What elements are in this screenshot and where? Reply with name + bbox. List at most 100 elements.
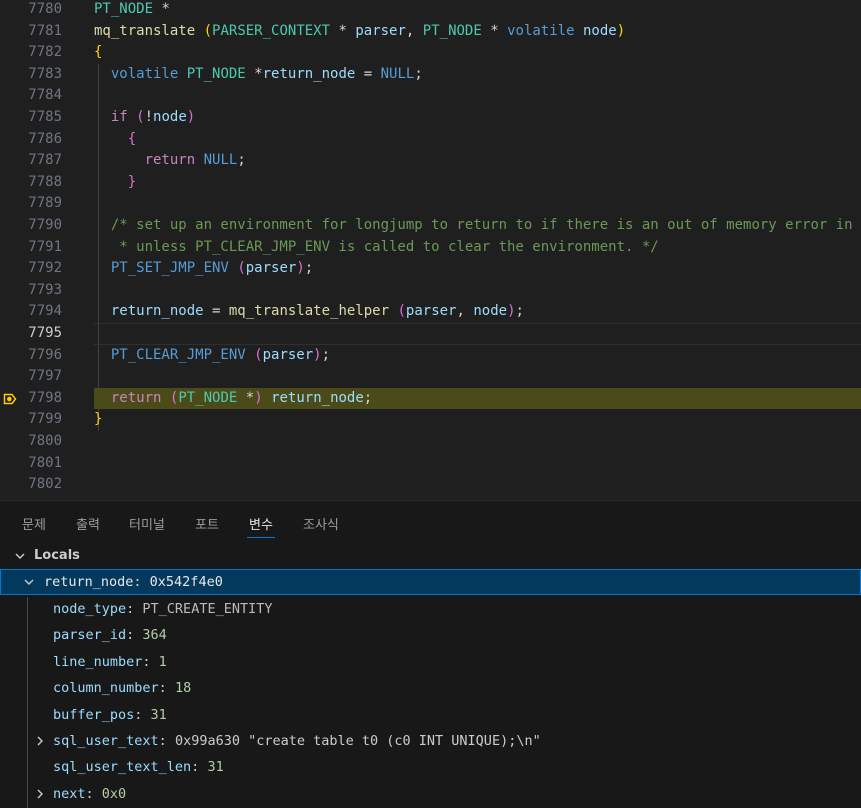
tab-1[interactable]: 출력 xyxy=(76,514,100,533)
code-line[interactable]: 7801 xyxy=(0,453,861,475)
code-line[interactable]: 7797 xyxy=(0,366,861,388)
variable-row-sql-user-text-len[interactable]: sql_user_text_len: 31 xyxy=(0,754,861,780)
code-token: PT_NODE xyxy=(94,1,154,17)
code-token: mq_translate_helper xyxy=(228,303,390,320)
variable-value: 364 xyxy=(142,627,167,644)
variable-text: sql_user_text: 0x99a630 "create table t0… xyxy=(53,728,541,754)
code-line[interactable]: 7802 xyxy=(0,474,861,496)
variable-value: 1 xyxy=(158,653,167,670)
code-token: ; xyxy=(237,152,246,169)
code-token: /* set up an environment for longjump to… xyxy=(110,217,853,233)
code-token: ; xyxy=(304,260,314,277)
chevron-right-icon[interactable] xyxy=(34,735,46,747)
code-line[interactable]: 7780 PT_NODE * xyxy=(0,0,861,21)
code-line[interactable]: 7790 /* set up an environment for longju… xyxy=(0,215,861,237)
code-line[interactable]: 7800 xyxy=(0,431,861,453)
code-line[interactable]: 7794 return_node = mq_translate_helper (… xyxy=(0,301,861,323)
variable-separator: : xyxy=(85,785,102,802)
chevron-right-icon[interactable] xyxy=(34,788,46,800)
line-number: 7792 xyxy=(28,260,62,277)
tab-2[interactable]: 터미널 xyxy=(129,514,165,533)
code-line[interactable]: 7789 xyxy=(0,193,861,215)
variable-name: column_number xyxy=(53,680,159,697)
variable-value: 0x99a630 xyxy=(174,733,240,749)
locals-section-header[interactable]: Locals xyxy=(0,544,861,568)
code-token: volatile xyxy=(507,22,575,39)
locals-section-title: Locals xyxy=(34,548,80,563)
variable-row-column-number[interactable]: column_number: 18 xyxy=(0,675,861,701)
variable-row-return-node[interactable]: return_node: 0x542f4e0 xyxy=(0,569,861,596)
variable-separator: : xyxy=(126,627,143,644)
code-token: ) xyxy=(507,303,516,320)
variable-text: next: 0x0 xyxy=(53,781,126,807)
code-line[interactable]: 7783 volatile PT_NODE *return_node = NUL… xyxy=(0,64,861,86)
variable-text: buffer_pos: 31 xyxy=(53,702,167,728)
line-number: 7789 xyxy=(28,195,62,212)
code-line[interactable]: 7791 * unless PT_CLEAR_JMP_ENV is called… xyxy=(0,237,861,259)
code-token: ( xyxy=(254,346,263,363)
tab-0[interactable]: 문제 xyxy=(22,514,46,533)
code-text: return_node = mq_translate_helper (parse… xyxy=(94,301,524,323)
code-token: PT_SET_JMP_ENV xyxy=(110,260,229,277)
variable-value: 18 xyxy=(174,680,192,697)
debug-stackframe-icon[interactable] xyxy=(2,391,18,407)
code-token: PARSER_CONTEXT xyxy=(212,22,331,39)
tab-3[interactable]: 포트 xyxy=(195,514,219,533)
variable-name: line_number xyxy=(53,653,143,670)
variable-row-sql-user-text[interactable]: sql_user_text: 0x99a630 "create table t0… xyxy=(0,728,861,754)
variable-separator: : xyxy=(158,733,175,749)
code-token: ( xyxy=(203,22,213,39)
code-token: PT_NODE xyxy=(178,389,238,406)
code-line[interactable]: 7795 xyxy=(0,323,861,345)
variable-row-buffer-pos[interactable]: buffer_pos: 31 xyxy=(0,702,861,728)
variable-name: node_type xyxy=(53,601,127,617)
code-token: ( xyxy=(397,303,406,320)
code-line[interactable]: 7785 if (!node) xyxy=(0,107,861,129)
variable-text: sql_user_text_len: 31 xyxy=(53,754,224,780)
variable-separator: : xyxy=(158,680,175,697)
tab-5[interactable]: 조사식 xyxy=(303,514,339,533)
variable-text: node_type: PT_CREATE_ENTITY xyxy=(53,596,272,622)
code-token: * xyxy=(481,22,508,39)
variable-row-parser-id[interactable]: parser_id: 364 xyxy=(0,622,861,648)
line-number: 7799 xyxy=(28,411,62,428)
variable-text: line_number: 1 xyxy=(53,649,167,675)
code-line[interactable]: 7784 xyxy=(0,85,861,107)
code-token: PT_NODE xyxy=(186,65,246,82)
variable-row-next[interactable]: next: 0x0 xyxy=(0,781,861,807)
variable-separator: : xyxy=(126,601,143,617)
variable-text: return_node: 0x542f4e0 xyxy=(44,569,223,595)
code-line[interactable]: 7799} xyxy=(0,409,861,431)
code-line[interactable]: 7793 xyxy=(0,280,861,302)
code-token: return xyxy=(110,389,162,406)
code-line[interactable]: 7788 } xyxy=(0,172,861,194)
code-token: NULL xyxy=(380,65,415,82)
code-line[interactable]: 7792 PT_SET_JMP_ENV (parser); xyxy=(0,258,861,280)
code-token: return xyxy=(144,152,196,169)
code-line[interactable]: 7787 return NULL; xyxy=(0,150,861,172)
tab-4[interactable]: 변수 xyxy=(247,514,275,538)
line-number: 7787 xyxy=(28,152,62,169)
code-line[interactable]: 7796 PT_CLEAR_JMP_ENV (parser); xyxy=(0,345,861,367)
variable-text: parser_id: 364 xyxy=(53,622,167,648)
line-number: 7784 xyxy=(28,87,62,104)
code-line[interactable]: 7798 return (PT_NODE *) return_node; xyxy=(0,387,861,410)
code-line[interactable]: 7782 { xyxy=(0,42,861,64)
variable-row-node-type[interactable]: node_type: PT_CREATE_ENTITY xyxy=(0,596,861,622)
code-line[interactable]: 7781 mq_translate (PARSER_CONTEXT * parse… xyxy=(0,21,861,43)
line-number: 7780 xyxy=(28,1,62,17)
line-number: 7783 xyxy=(28,65,62,82)
variable-value: 31 xyxy=(150,706,167,723)
code-editor[interactable]: 7780 PT_NODE * 7781 mq_translate (PARSER_CO… xyxy=(0,0,861,500)
code-token: PT_NODE xyxy=(422,22,482,39)
code-line[interactable]: 7786 { xyxy=(0,129,861,151)
chevron-down-icon[interactable] xyxy=(23,576,35,588)
variable-row-line-number[interactable]: line_number: 1 xyxy=(0,649,861,675)
